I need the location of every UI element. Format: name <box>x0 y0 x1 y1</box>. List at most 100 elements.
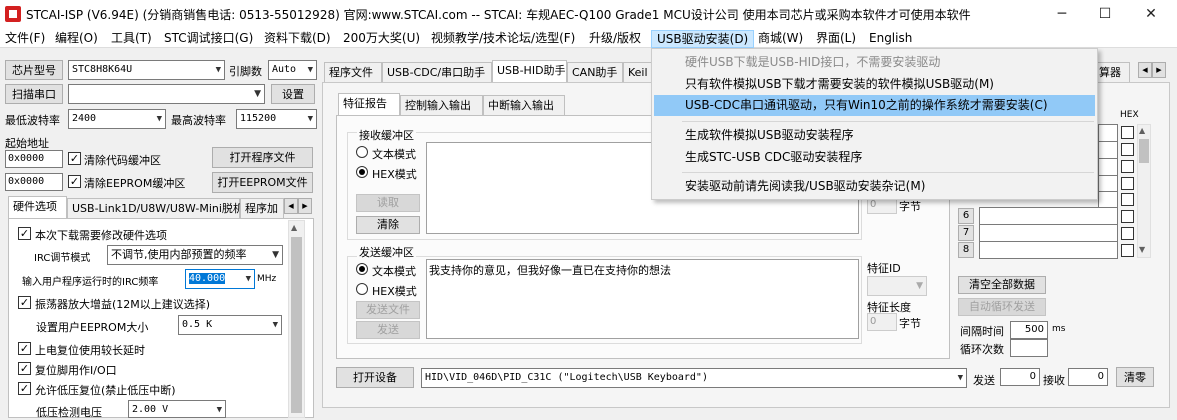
tab-can[interactable]: CAN助手 <box>567 62 623 82</box>
modify-hw-options-checkbox[interactable]: ✓ <box>18 227 31 240</box>
minimize-button[interactable]: ─ <box>1039 0 1085 28</box>
close-button[interactable]: ✕ <box>1128 0 1174 28</box>
clear-counts-button[interactable]: 清零 <box>1116 367 1154 387</box>
port-select[interactable]: ▼ <box>68 84 265 104</box>
multi-send-row-6-button[interactable]: 6 <box>958 208 974 224</box>
menu-tools[interactable]: 工具(T) <box>106 30 157 48</box>
osc-gain-checkbox[interactable]: ✓ <box>18 296 31 309</box>
chip-model-button[interactable]: 芯片型号 <box>5 60 63 80</box>
tab-hardware-options[interactable]: 硬件选项 <box>8 196 67 218</box>
multi-send-field-1[interactable] <box>1098 124 1118 142</box>
lvd-reset-checkbox[interactable]: ✓ <box>18 382 31 395</box>
hex-checkbox-8[interactable] <box>1121 244 1134 257</box>
tab-feature-report[interactable]: 特征报告 <box>338 93 400 115</box>
menu-item-usb-cdc-driver[interactable]: USB-CDC串口通讯驱动，只有Win10之前的操作系统才需要安装(C) <box>654 95 1095 116</box>
send-buffer-textarea[interactable]: 我支持你的意见，但我好像一直已在支持你的想法 <box>426 259 859 339</box>
tab-keil[interactable]: Keil <box>623 62 653 82</box>
irc-frequency-input[interactable]: 40.000 ▼ <box>185 269 255 289</box>
loop-count-input[interactable] <box>1010 339 1048 357</box>
scroll-up-icon[interactable]: ▲ <box>1139 126 1145 135</box>
send-text-mode-radio[interactable] <box>356 263 368 275</box>
scrollbar-thumb[interactable] <box>1139 139 1149 163</box>
settings-button[interactable]: 设置 <box>271 84 315 104</box>
hex-checkbox-7[interactable] <box>1121 227 1134 240</box>
send-button[interactable]: 发送 <box>356 321 420 339</box>
scroll-down-icon[interactable]: ▼ <box>1139 245 1145 254</box>
code-address-input[interactable]: 0x0000 <box>5 150 63 168</box>
device-select[interactable]: HID\VID_046D\PID_C31C ("Logitech\USB Key… <box>421 368 967 388</box>
chip-model-select[interactable]: STC8H8K64U ▼ <box>68 60 225 80</box>
right-tab-scroll-left[interactable]: ◀ <box>1138 62 1152 78</box>
menu-interface[interactable]: 界面(L) <box>811 30 861 48</box>
min-baud-select[interactable]: 2400 ▼ <box>68 109 166 129</box>
send-file-button[interactable]: 发送文件 <box>356 301 420 319</box>
menu-file[interactable]: 文件(F) <box>0 30 50 48</box>
menu-store[interactable]: 商城(W) <box>753 30 808 48</box>
feature-id-select[interactable]: ▼ <box>867 276 927 296</box>
menu-video[interactable]: 视频教学/技术论坛/选型(F) <box>426 30 580 48</box>
menu-item-gen-cdc-installer[interactable]: 生成STC-USB CDC驱动安装程序 <box>654 147 1095 168</box>
menu-prize[interactable]: 200万大奖(U) <box>338 30 425 48</box>
menu-upgrade[interactable]: 升级/版权 <box>584 30 646 48</box>
open-eeprom-button[interactable]: 打开EEPROM文件 <box>212 172 313 193</box>
reset-io-checkbox[interactable]: ✓ <box>18 362 31 375</box>
feature-length-input[interactable]: 0 <box>867 313 897 331</box>
tab-usb-hid[interactable]: USB-HID助手 <box>492 60 567 82</box>
hardware-options-scrollbar[interactable]: ▲ <box>288 220 305 418</box>
send-hex-mode-radio[interactable] <box>356 283 368 295</box>
hex-checkbox-5[interactable] <box>1121 193 1134 206</box>
multi-send-field-2[interactable] <box>1098 141 1118 159</box>
recv-hex-mode-radio[interactable] <box>356 166 368 178</box>
clear-code-checkbox[interactable]: ✓ <box>68 152 81 165</box>
multi-send-row-7-button[interactable]: 7 <box>958 225 974 241</box>
menu-usb-driver[interactable]: USB驱动安装(D) <box>651 30 755 48</box>
right-tab-scroll-right[interactable]: ▶ <box>1152 62 1166 78</box>
menu-item-soft-usb-driver[interactable]: 只有软件模拟USB下载才需要安装的软件模拟USB驱动(M) <box>654 74 1095 95</box>
pin-count-select[interactable]: Auto ▼ <box>268 60 317 80</box>
auto-loop-send-button[interactable]: 自动循环发送 <box>958 298 1046 316</box>
tab-program-add[interactable]: 程序加 <box>240 198 284 218</box>
read-button[interactable]: 读取 <box>356 194 420 212</box>
clear-all-data-button[interactable]: 清空全部数据 <box>958 276 1046 294</box>
tab-program-file[interactable]: 程序文件 <box>324 62 382 82</box>
tab-usb-link[interactable]: USB-Link1D/U8W/U8W-Mini脱机 <box>67 198 244 218</box>
maximize-button[interactable]: ☐ <box>1082 0 1128 28</box>
multi-send-field-6[interactable] <box>979 207 1118 225</box>
open-device-button[interactable]: 打开设备 <box>336 367 414 388</box>
menu-debug[interactable]: STC调试接口(G) <box>159 30 258 48</box>
open-program-button[interactable]: 打开程序文件 <box>212 147 313 168</box>
menu-english[interactable]: English <box>864 30 917 48</box>
scan-port-button[interactable]: 扫描串口 <box>5 84 63 104</box>
menu-item-read-me[interactable]: 安装驱动前请先阅读我/USB驱动安装杂记(M) <box>654 176 1095 197</box>
multi-send-scrollbar[interactable]: ▲ ▼ <box>1137 124 1151 258</box>
tab-scroll-right[interactable]: ▶ <box>298 198 312 214</box>
tab-interrupt-io[interactable]: 中断输入输出 <box>483 95 565 115</box>
hex-checkbox-4[interactable] <box>1121 177 1134 190</box>
multi-send-row-8-button[interactable]: 8 <box>958 242 974 258</box>
multi-send-field-3[interactable] <box>1098 158 1118 176</box>
irc-mode-select[interactable]: 不调节,使用内部预置的频率 ▼ <box>107 245 283 265</box>
lvd-voltage-select[interactable]: 2.00 V ▼ <box>128 400 226 418</box>
tab-calculator[interactable]: 算器 <box>1094 62 1130 82</box>
interval-input[interactable]: 500 <box>1010 321 1048 339</box>
hex-checkbox-3[interactable] <box>1121 160 1134 173</box>
multi-send-field-8[interactable] <box>979 241 1118 259</box>
eeprom-address-input[interactable]: 0x0000 <box>5 173 63 191</box>
eeprom-size-select[interactable]: 0.5 K ▼ <box>178 315 282 335</box>
tab-scroll-left[interactable]: ◀ <box>284 198 298 214</box>
hex-checkbox-2[interactable] <box>1121 143 1134 156</box>
multi-send-field-7[interactable] <box>979 224 1118 242</box>
max-baud-select[interactable]: 115200 ▼ <box>236 109 317 129</box>
menu-program[interactable]: 编程(O) <box>50 30 103 48</box>
clear-eeprom-checkbox[interactable]: ✓ <box>68 175 81 188</box>
recv-text-mode-radio[interactable] <box>356 146 368 158</box>
tab-control-io[interactable]: 控制输入输出 <box>400 95 483 115</box>
hex-checkbox-1[interactable] <box>1121 126 1134 139</box>
por-delay-checkbox[interactable]: ✓ <box>18 342 31 355</box>
clear-button[interactable]: 清除 <box>356 216 420 234</box>
hex-checkbox-6[interactable] <box>1121 210 1134 223</box>
scroll-up-icon[interactable]: ▲ <box>291 223 297 232</box>
menu-download[interactable]: 资料下载(D) <box>259 30 336 48</box>
scrollbar-thumb[interactable] <box>291 237 302 413</box>
tab-usb-cdc-serial[interactable]: USB-CDC/串口助手 <box>382 62 492 82</box>
